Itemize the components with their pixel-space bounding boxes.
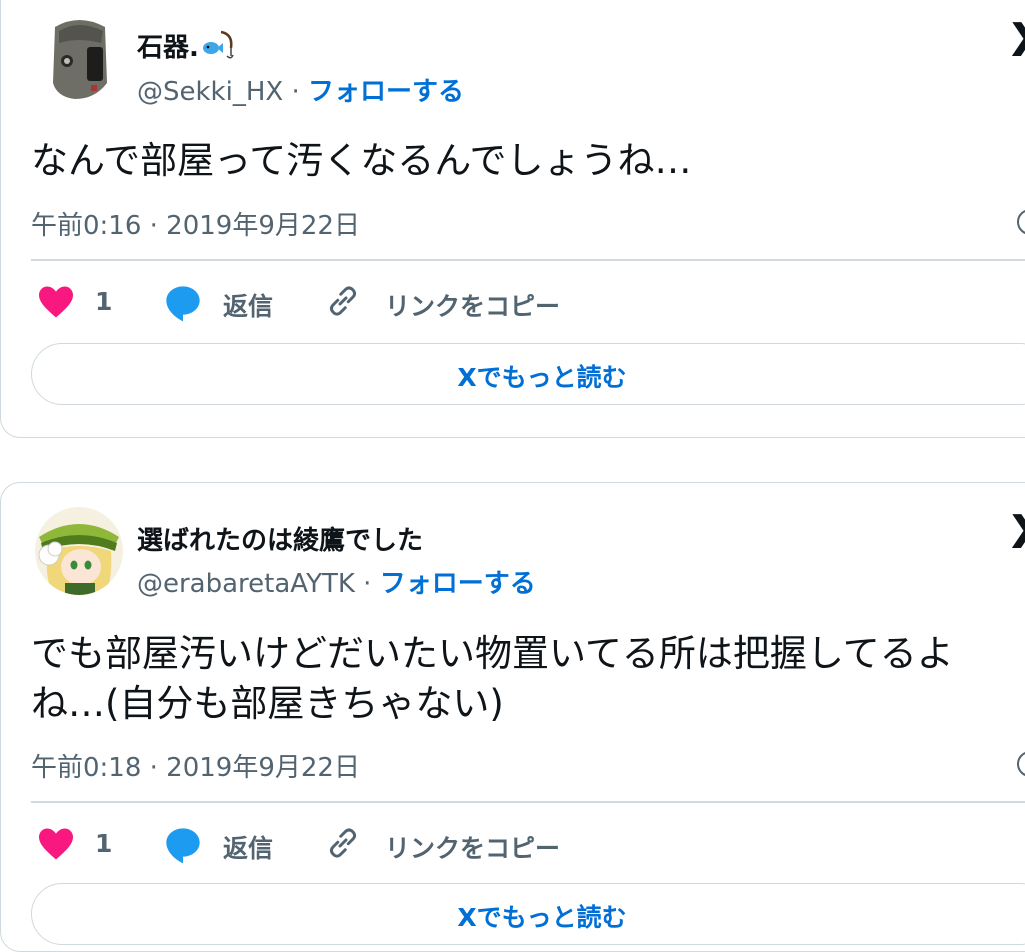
tweet-card-2: 選ばれたのは綾鷹でした @erabaretaAYTK · フォローする X でも…	[0, 482, 1025, 952]
read-more-label: Xでもっと読む	[457, 363, 627, 392]
info-icon[interactable]	[1017, 209, 1025, 235]
link-icon[interactable]	[325, 283, 361, 323]
tweet-text-line-2: ね…(自分も部屋きちゃない)	[31, 682, 504, 725]
like-count[interactable]: 1	[95, 287, 112, 316]
x-logo-icon[interactable]: X	[1011, 13, 1025, 67]
heart-icon[interactable]	[37, 827, 75, 865]
fishing-emoji-icon	[201, 30, 235, 67]
author-handle-row: @Sekki_HX · フォローする	[137, 71, 464, 108]
follow-button[interactable]: フォローする	[380, 569, 536, 599]
divider	[31, 259, 1025, 261]
reply-bubble-icon[interactable]	[163, 283, 203, 327]
read-more-button[interactable]: Xでもっと読む	[31, 343, 1025, 405]
separator-dot: ·	[291, 77, 300, 107]
tweet-text: なんで部屋って汚くなるんでしょうね…	[31, 139, 692, 182]
tweet-timestamp[interactable]: 午前0:18 · 2019年9月22日	[31, 747, 360, 784]
author-handle-row: @erabaretaAYTK · フォローする	[137, 563, 536, 600]
author-name[interactable]: 選ばれたのは綾鷹でした	[137, 520, 423, 557]
reply-button[interactable]: 返信	[223, 829, 273, 865]
read-more-button[interactable]: Xでもっと読む	[31, 883, 1025, 945]
separator-dot: ·	[363, 569, 372, 599]
author-handle[interactable]: @Sekki_HX	[137, 77, 283, 107]
like-count[interactable]: 1	[95, 829, 112, 858]
tweet-card-1: 石器. @Sekki_HX · フォローする X なんで部屋って汚くなるんでしょ…	[0, 0, 1025, 438]
link-icon[interactable]	[325, 825, 361, 865]
divider	[31, 801, 1025, 803]
tweet-timestamp[interactable]: 午前0:16 · 2019年9月22日	[31, 205, 360, 242]
heart-icon[interactable]	[37, 285, 75, 323]
info-icon[interactable]	[1017, 751, 1025, 777]
tweet-text: でも部屋汚いけどだいたい物置いてる所は把握してるよ ね…(自分も部屋きちゃない)	[31, 629, 954, 729]
reply-bubble-icon[interactable]	[163, 825, 203, 869]
x-logo-icon[interactable]: X	[1011, 505, 1025, 559]
reply-button[interactable]: 返信	[223, 287, 273, 323]
follow-button[interactable]: フォローする	[308, 77, 464, 107]
author-handle[interactable]: @erabaretaAYTK	[137, 569, 355, 599]
author-avatar[interactable]	[35, 13, 123, 101]
read-more-label: Xでもっと読む	[457, 903, 627, 932]
copy-link-button[interactable]: リンクをコピー	[385, 829, 560, 865]
author-name[interactable]: 石器.	[137, 27, 235, 67]
tweet-text-line-1: でも部屋汚いけどだいたい物置いてる所は把握してるよ	[31, 632, 954, 675]
copy-link-button[interactable]: リンクをコピー	[385, 287, 560, 323]
author-avatar[interactable]	[35, 507, 123, 595]
